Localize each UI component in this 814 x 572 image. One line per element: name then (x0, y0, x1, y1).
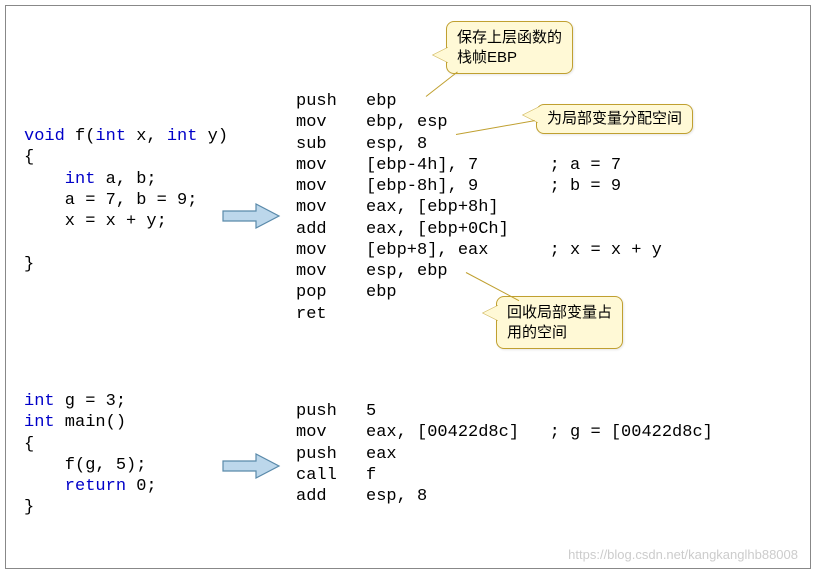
code-token: a, b; (95, 170, 156, 189)
asm-operand: esp, 8 (366, 134, 427, 155)
code-token: x = x + y; (24, 212, 167, 231)
code-token: 0; (126, 477, 157, 496)
callout-text: 回收局部变量占用的空间 (507, 304, 612, 341)
code-token: return (24, 477, 126, 496)
asm-opcode: sub (296, 134, 366, 155)
asm-line: mov[ebp-8h], 9 ; b = 9 (296, 177, 621, 196)
asm-line: callf (296, 466, 376, 485)
code-token: { (24, 435, 34, 454)
asm-opcode: mov (296, 155, 366, 176)
code-token: y) (197, 127, 228, 146)
arrow-f-to-asm (221, 201, 281, 231)
code-token: int (24, 413, 55, 432)
code-token: f( (65, 127, 96, 146)
code-token: } (24, 255, 34, 274)
asm-opcode: push (296, 401, 366, 422)
asm-operand: f (366, 465, 376, 486)
asm-line: mov[ebp-4h], 7 ; a = 7 (296, 156, 621, 175)
asm-opcode: add (296, 486, 366, 507)
asm-line: pushebp (296, 92, 397, 111)
asm-opcode: ret (296, 304, 366, 325)
asm-line: addesp, 8 (296, 487, 427, 506)
callout-text: 保存上层函数的栈帧EBP (457, 29, 562, 66)
asm-line: moveax, [ebp+8h] (296, 198, 499, 217)
asm-operand: ebp, esp (366, 112, 448, 133)
asm-comment: ; a = 7 (478, 156, 621, 175)
asm-opcode: pop (296, 282, 366, 303)
asm-line: movesp, ebp (296, 262, 448, 281)
asm-operand: [ebp-8h], 9 (366, 176, 478, 197)
arrow-main-to-asm (221, 451, 281, 481)
asm-opcode: mov (296, 240, 366, 261)
code-token: void (24, 127, 65, 146)
asm-opcode: mov (296, 112, 366, 133)
asm-line: movebp, esp (296, 113, 448, 132)
code-token: int (24, 170, 95, 189)
asm-opcode: add (296, 219, 366, 240)
asm-opcode: mov (296, 422, 366, 443)
asm-line: ret (296, 305, 366, 324)
asm-operand: esp, ebp (366, 261, 448, 282)
code-token: int (95, 127, 126, 146)
code-token: int (167, 127, 198, 146)
asm-opcode: mov (296, 261, 366, 282)
asm-operand: 5 (366, 401, 376, 422)
asm-comment: ; g = [00422d8c] (519, 423, 713, 442)
asm-listing-f: pushebp movebp, esp subesp, 8 mov[ebp-4h… (296, 91, 662, 325)
asm-opcode: mov (296, 197, 366, 218)
asm-line: popebp (296, 283, 397, 302)
code-token: a = 7, b = 9; (24, 191, 197, 210)
asm-line: push5 (296, 402, 376, 421)
code-token: main() (55, 413, 126, 432)
asm-operand: eax, [00422d8c] (366, 422, 519, 443)
asm-line: mov[ebp+8], eax ; x = x + y (296, 241, 662, 260)
asm-line: subesp, 8 (296, 135, 427, 154)
asm-operand: ebp (366, 91, 397, 112)
asm-operand: esp, 8 (366, 486, 427, 507)
asm-opcode: push (296, 91, 366, 112)
code-token: f(g, 5); (24, 456, 146, 475)
asm-line: moveax, [00422d8c] ; g = [00422d8c] (296, 423, 713, 442)
asm-operand: [ebp+8], eax (366, 240, 488, 261)
asm-listing-main: push5 moveax, [00422d8c] ; g = [00422d8c… (296, 401, 713, 507)
asm-operand: eax, [ebp+8h] (366, 197, 499, 218)
c-source-f: void f(int x, int y) { int a, b; a = 7, … (24, 126, 228, 275)
asm-opcode: call (296, 465, 366, 486)
asm-operand: ebp (366, 282, 397, 303)
watermark-text: https://blog.csdn.net/kangkanglhb88008 (568, 547, 798, 562)
asm-line: pusheax (296, 445, 397, 464)
code-token: x, (126, 127, 167, 146)
callout-free-local: 回收局部变量占用的空间 (496, 296, 623, 349)
asm-operand: eax (366, 444, 397, 465)
code-token: { (24, 148, 34, 167)
asm-opcode: mov (296, 176, 366, 197)
c-source-main: int g = 3; int main() { f(g, 5); return … (24, 391, 157, 519)
callout-save-ebp: 保存上层函数的栈帧EBP (446, 21, 573, 74)
asm-comment: ; x = x + y (488, 241, 661, 260)
asm-opcode: push (296, 444, 366, 465)
code-token: int (24, 392, 55, 411)
asm-operand: eax, [ebp+0Ch] (366, 219, 509, 240)
asm-comment: ; b = 9 (478, 177, 621, 196)
asm-operand: [ebp-4h], 7 (366, 155, 478, 176)
asm-line: addeax, [ebp+0Ch] (296, 220, 509, 239)
code-token: g = 3; (55, 392, 126, 411)
code-token: } (24, 498, 34, 517)
